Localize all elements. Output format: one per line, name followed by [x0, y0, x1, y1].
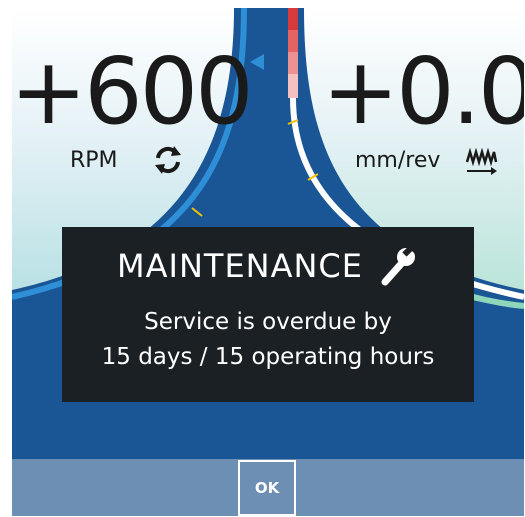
- warning-zone-segment: [288, 74, 298, 98]
- dialog-title: MAINTENANCE: [117, 247, 363, 285]
- feed-rate-value: +0.04: [322, 38, 524, 145]
- warning-zone-segment: [288, 52, 298, 74]
- dialog-message-line: 15 days / 15 operating hours: [101, 344, 435, 370]
- machine-status-screen: +600 +0.04 RPM mm/rev MAINTENANCE Servic…: [12, 8, 524, 516]
- maintenance-dialog: MAINTENANCE Service is overdue by 15 day…: [62, 227, 474, 402]
- dialog-header: MAINTENANCE: [62, 241, 474, 291]
- dialog-message-line: Service is overdue by: [144, 309, 392, 335]
- warning-zone-segment: [288, 30, 298, 52]
- spindle-speed-unit: RPM: [70, 148, 118, 173]
- feed-waves-icon: [465, 147, 498, 175]
- ok-button[interactable]: OK: [238, 460, 296, 516]
- feed-rate-unit: mm/rev: [355, 148, 441, 173]
- warning-zone-segment: [288, 8, 298, 30]
- rotate-arrows-icon: [155, 146, 181, 174]
- spindle-speed-value: +600: [12, 38, 254, 145]
- wrench-icon: [381, 245, 415, 286]
